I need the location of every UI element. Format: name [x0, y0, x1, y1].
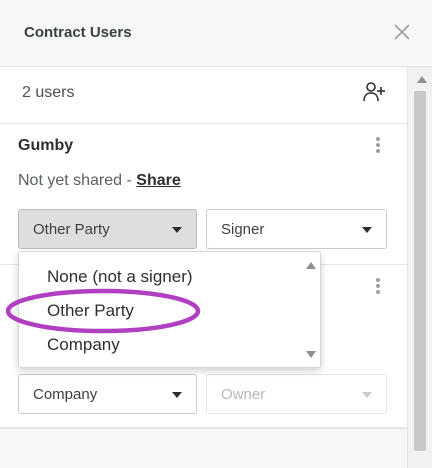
close-icon[interactable]: [392, 22, 412, 42]
panel-footer: [0, 428, 407, 468]
add-user-icon[interactable]: [362, 80, 386, 104]
party-select[interactable]: Other Party: [18, 209, 197, 249]
party-select-value: Other Party: [33, 221, 110, 238]
scroll-up-icon[interactable]: [306, 262, 316, 269]
party-dropdown-list: None (not a signer) Other Party Company: [18, 251, 321, 368]
share-link[interactable]: Share: [136, 172, 180, 189]
share-status: Not yet shared - Share: [18, 172, 181, 190]
user-name: Gumby: [18, 137, 74, 154]
panel-scrollbar[interactable]: [407, 67, 432, 468]
contract-users-panel: Contract Users 2 users Gumby Not yet sha…: [0, 0, 432, 468]
scroll-down-icon[interactable]: [306, 351, 316, 358]
more-options-icon[interactable]: [372, 135, 384, 157]
role-select: Owner: [206, 374, 387, 414]
chevron-down-icon: [172, 227, 182, 233]
user-card: Gumby Not yet shared - Share Other Party…: [0, 125, 407, 265]
chevron-down-icon: [362, 392, 372, 398]
role-select-value: Owner: [221, 386, 266, 403]
option-none[interactable]: None (not a signer): [47, 267, 193, 287]
role-select-value: Signer: [221, 221, 265, 238]
party-select-value: Company: [33, 386, 98, 403]
party-select[interactable]: Company: [18, 374, 197, 414]
users-count: 2 users: [22, 84, 75, 101]
option-other-party[interactable]: Other Party: [47, 301, 134, 321]
option-company[interactable]: Company: [47, 335, 120, 355]
share-status-text: Not yet shared -: [18, 172, 137, 189]
chevron-down-icon: [362, 227, 372, 233]
role-select[interactable]: Signer: [206, 209, 387, 249]
panel-header: Contract Users: [0, 0, 432, 67]
chevron-down-icon: [172, 392, 182, 398]
users-count-bar: 2 users: [0, 67, 407, 124]
scroll-up-icon[interactable]: [417, 76, 427, 83]
more-options-icon[interactable]: [372, 276, 384, 298]
panel-title: Contract Users: [24, 24, 132, 41]
dropdown-scrollbar[interactable]: [302, 252, 320, 367]
scrollbar-thumb[interactable]: [414, 91, 426, 451]
